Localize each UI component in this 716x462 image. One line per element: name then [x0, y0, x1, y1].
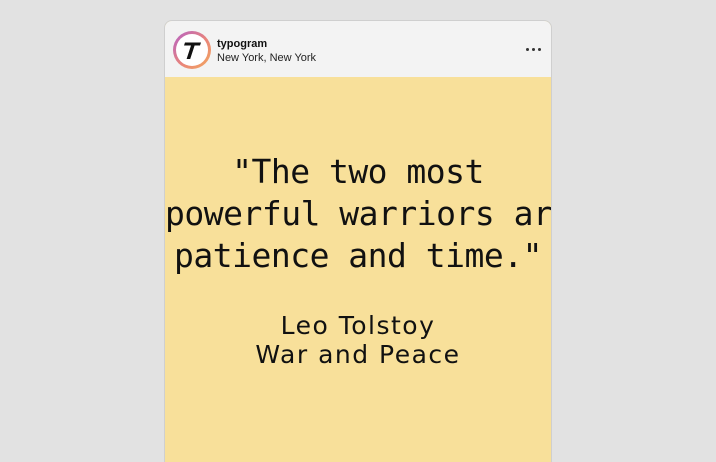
more-dot [526, 48, 529, 51]
quote-author: Leo Tolstoy [280, 311, 436, 340]
quote-book-title: War and Peace [255, 340, 461, 369]
post-header: typogram New York, New York [165, 21, 551, 77]
avatar-image [176, 34, 208, 66]
quote-line: powerful warriors are [165, 194, 552, 233]
quote-line: patience and time." [174, 236, 543, 275]
more-dot [532, 48, 535, 51]
quote-line: "The two most [232, 152, 484, 191]
more-options-icon[interactable] [525, 41, 543, 57]
post-username[interactable]: typogram [217, 38, 267, 51]
instagram-post-card: typogram New York, New York "The two mos… [164, 20, 552, 462]
more-dot [538, 48, 541, 51]
quote-text: "The two most powerful warriors are pati… [165, 151, 551, 277]
avatar[interactable] [173, 31, 211, 69]
typogram-logo-icon [184, 42, 201, 59]
post-location[interactable]: New York, New York [217, 52, 316, 65]
